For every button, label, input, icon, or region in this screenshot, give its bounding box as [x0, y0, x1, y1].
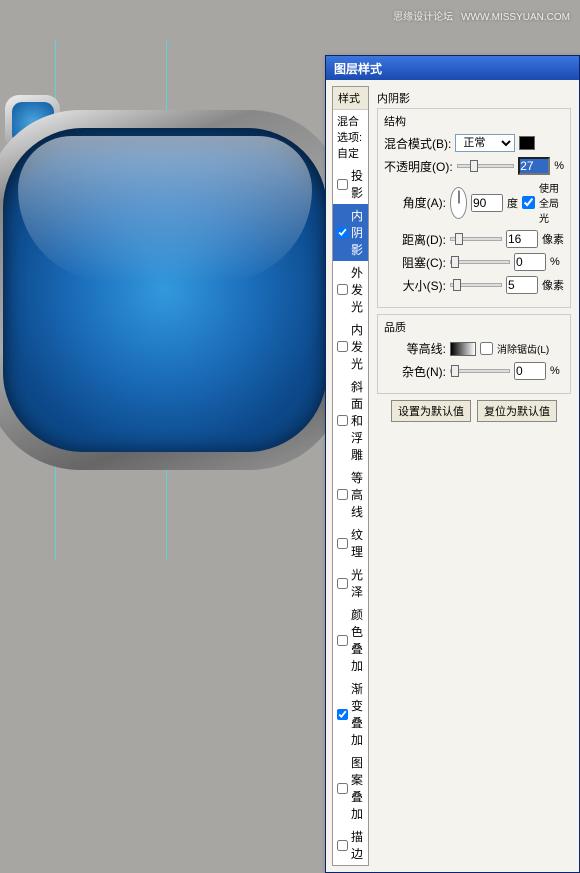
watermark-top: 思缘设计论坛WWW.MISSYUAN.COM — [385, 8, 570, 23]
style-checkbox[interactable] — [337, 783, 348, 794]
style-row-7[interactable]: 光泽 — [333, 563, 368, 603]
style-label: 光泽 — [351, 566, 364, 600]
quality-group: 品质 等高线: 消除锯齿(L) 杂色(N): % — [377, 314, 571, 394]
style-row-11[interactable]: 描边 — [333, 825, 368, 865]
contour-row: 等高线: 消除锯齿(L) — [384, 340, 564, 357]
angle-input[interactable] — [471, 194, 503, 212]
style-checkbox[interactable] — [337, 341, 348, 352]
distance-input[interactable] — [506, 230, 538, 248]
structure-group: 结构 混合模式(B): 正常 不透明度(O): % 角度(A): 度 — [377, 108, 571, 308]
style-label: 渐变叠加 — [351, 680, 364, 748]
style-row-10[interactable]: 图案叠加 — [333, 751, 368, 825]
opacity-slider[interactable] — [457, 164, 515, 168]
canvas-area — [0, 40, 380, 560]
style-label: 等高线 — [351, 469, 364, 520]
style-label: 纹理 — [351, 526, 364, 560]
style-checkbox[interactable] — [337, 489, 348, 500]
opacity-row: 不透明度(O): % — [384, 157, 564, 175]
size-input[interactable] — [506, 276, 538, 294]
choke-slider[interactable] — [450, 260, 510, 264]
style-label: 投影 — [351, 167, 364, 201]
params-panel: 内阴影 结构 混合模式(B): 正常 不透明度(O): % 角度(A): — [369, 80, 579, 872]
style-label: 外发光 — [351, 264, 364, 315]
style-row-8[interactable]: 颜色叠加 — [333, 603, 368, 677]
size-slider[interactable] — [450, 283, 502, 287]
dialog-titlebar[interactable]: 图层样式 — [326, 56, 579, 80]
style-checkbox[interactable] — [337, 709, 348, 720]
style-checkbox[interactable] — [337, 538, 348, 549]
angle-dial[interactable] — [450, 187, 467, 219]
layer-style-dialog: 图层样式 样式 混合选项:自定 投影内阴影外发光内发光斜面和浮雕等高线纹理光泽颜… — [325, 55, 580, 873]
distance-slider[interactable] — [450, 237, 502, 241]
style-row-2[interactable]: 外发光 — [333, 261, 368, 318]
choke-input[interactable] — [514, 253, 546, 271]
choke-row: 阻塞(C): % — [384, 253, 564, 271]
antialias-checkbox[interactable] — [480, 342, 493, 355]
styles-header: 样式 — [333, 87, 368, 110]
opacity-input[interactable] — [518, 157, 550, 175]
panel-title: 内阴影 — [377, 90, 571, 106]
style-checkbox[interactable] — [337, 227, 348, 238]
blend-options-row[interactable]: 混合选项:自定 — [333, 110, 368, 164]
style-row-6[interactable]: 纹理 — [333, 523, 368, 563]
color-swatch[interactable] — [519, 136, 535, 150]
style-row-1[interactable]: 内阴影 — [333, 204, 368, 261]
styles-list: 样式 混合选项:自定 投影内阴影外发光内发光斜面和浮雕等高线纹理光泽颜色叠加渐变… — [332, 86, 369, 866]
style-label: 斜面和浮雕 — [351, 378, 364, 463]
set-default-button[interactable]: 设置为默认值 — [391, 400, 471, 422]
style-row-5[interactable]: 等高线 — [333, 466, 368, 523]
style-checkbox[interactable] — [337, 578, 348, 589]
noise-input[interactable] — [514, 362, 546, 380]
style-row-0[interactable]: 投影 — [333, 164, 368, 204]
style-row-3[interactable]: 内发光 — [333, 318, 368, 375]
reset-default-button[interactable]: 复位为默认值 — [477, 400, 557, 422]
style-label: 描边 — [351, 828, 364, 862]
style-checkbox[interactable] — [337, 179, 348, 190]
size-row: 大小(S): 像素 — [384, 276, 564, 294]
noise-row: 杂色(N): % — [384, 362, 564, 380]
style-label: 图案叠加 — [351, 754, 364, 822]
contour-picker[interactable] — [450, 342, 476, 356]
style-checkbox[interactable] — [337, 415, 348, 426]
global-light-checkbox[interactable] — [522, 196, 535, 209]
style-checkbox[interactable] — [337, 635, 348, 646]
blend-mode-row: 混合模式(B): 正常 — [384, 134, 564, 152]
style-checkbox[interactable] — [337, 840, 348, 851]
blend-mode-select[interactable]: 正常 — [455, 134, 515, 152]
style-label: 颜色叠加 — [351, 606, 364, 674]
style-checkbox[interactable] — [337, 284, 348, 295]
style-label: 内阴影 — [351, 207, 364, 258]
rendered-button — [0, 110, 345, 470]
distance-row: 距离(D): 像素 — [384, 230, 564, 248]
noise-slider[interactable] — [450, 369, 510, 373]
style-row-4[interactable]: 斜面和浮雕 — [333, 375, 368, 466]
style-row-9[interactable]: 渐变叠加 — [333, 677, 368, 751]
angle-row: 角度(A): 度 使用全局光 — [384, 180, 564, 225]
style-label: 内发光 — [351, 321, 364, 372]
